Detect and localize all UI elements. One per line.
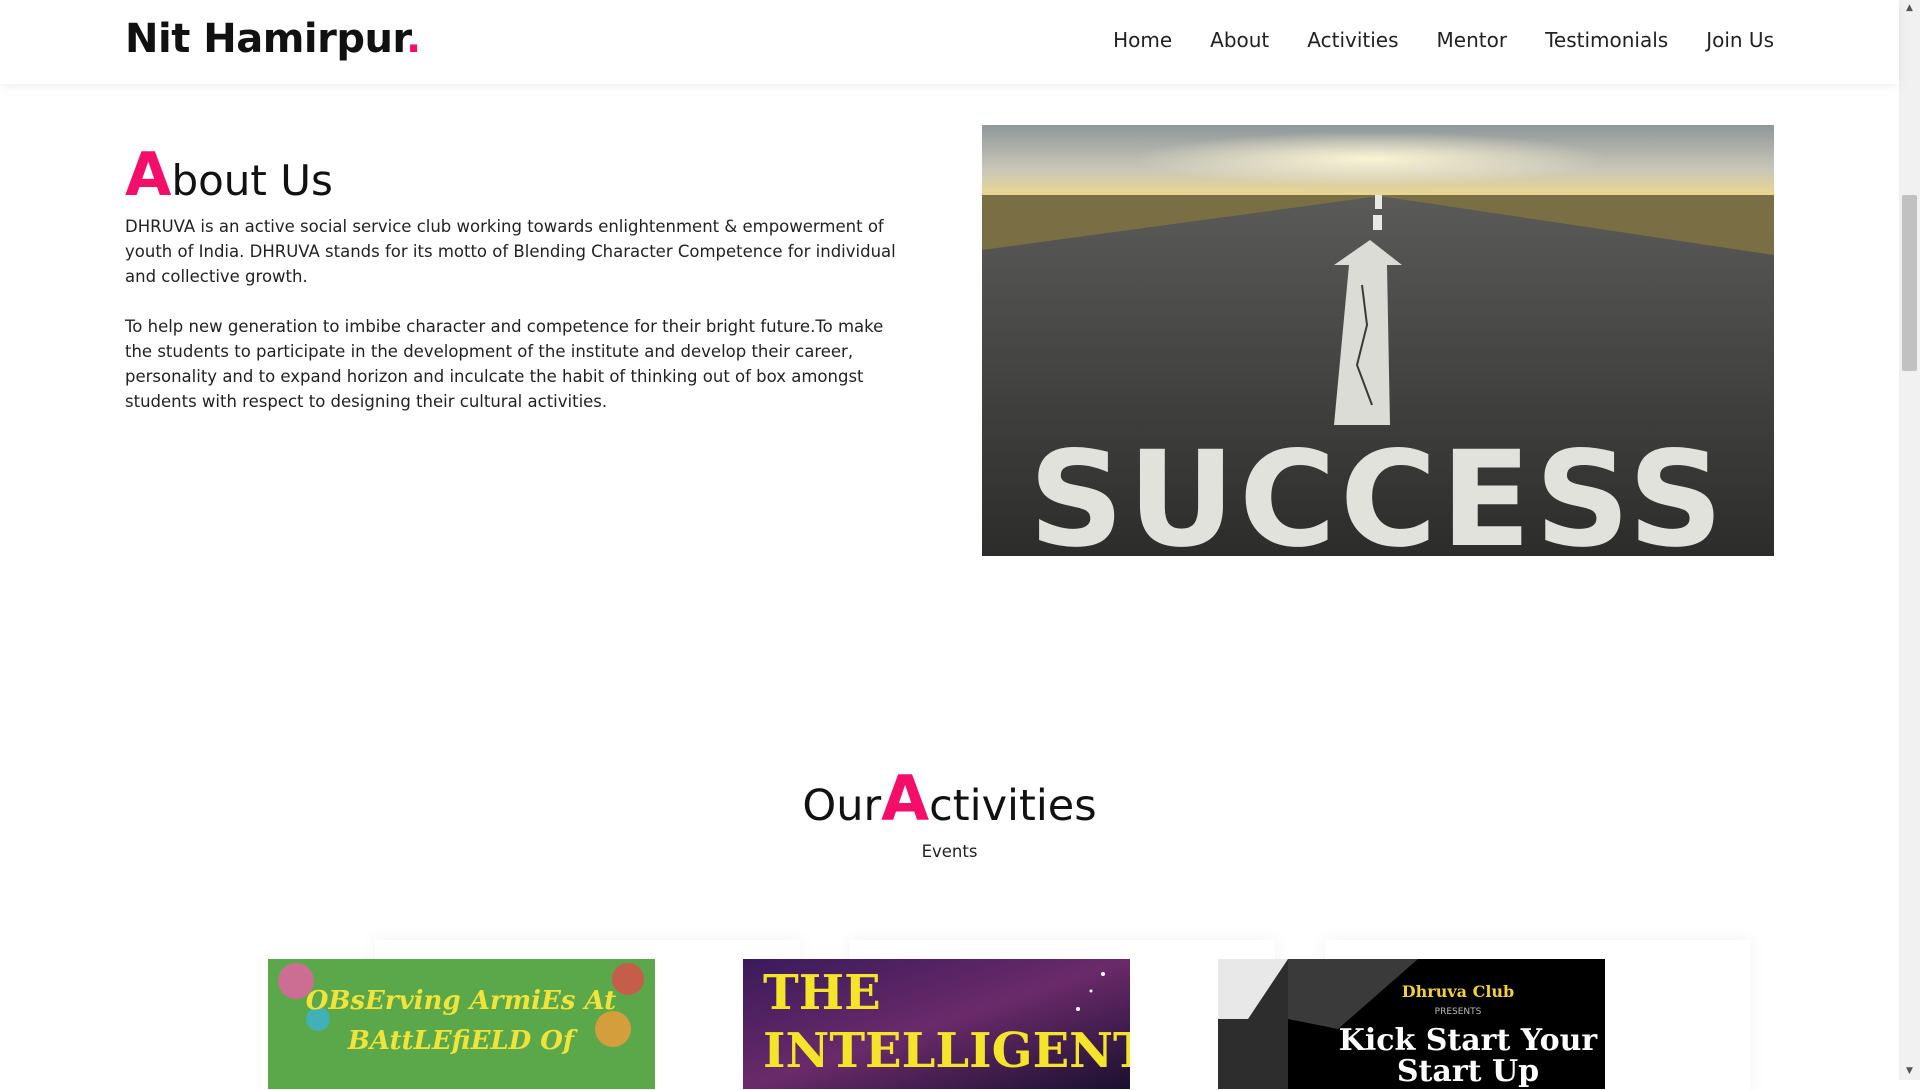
nav-about[interactable]: About [1210, 28, 1269, 52]
about-text: DHRUVA is an active social service club … [125, 214, 900, 439]
poster-2-line-2: INTELLIGENT [763, 1023, 1130, 1079]
poster-3-line-2: Start Up [1397, 1054, 1539, 1089]
poster-3-small: PRESENTS [1435, 1007, 1482, 1017]
activities-title-pre: Our [802, 781, 882, 831]
activities-subtitle: Events [921, 842, 978, 861]
nav-activities[interactable]: Activities [1307, 28, 1398, 52]
activities-title: OurActivities [0, 762, 1899, 835]
about-title: About Us [125, 140, 333, 210]
poster-3-top: Dhruva Club [1402, 982, 1514, 1001]
brand-dot: . [405, 16, 421, 62]
main-nav: Home About Activities Mentor Testimonial… [1113, 28, 1774, 52]
about-title-initial: A [125, 140, 172, 210]
about-paragraph-1: DHRUVA is an active social service club … [125, 217, 896, 286]
poster-1-line-2: BAttLEfiELD Of [347, 1026, 578, 1056]
nav-testimonials[interactable]: Testimonials [1545, 28, 1668, 52]
nav-home[interactable]: Home [1113, 28, 1172, 52]
scroll-up-arrow-icon[interactable]: ▲ [1899, 0, 1920, 17]
poster-3-line-1: Kick Start Your [1339, 1023, 1599, 1058]
poster-2-line-1: THE [763, 965, 881, 1021]
about-paragraph-2: To help new generation to imbibe charact… [125, 317, 884, 411]
about-title-rest: bout Us [171, 156, 333, 205]
nav-mentor[interactable]: Mentor [1437, 28, 1508, 52]
activity-poster-intelligent[interactable]: THE INTELLIGENT [743, 959, 1130, 1089]
activity-poster-startup[interactable]: Dhruva Club PRESENTS Kick Start Your Sta… [1218, 959, 1605, 1089]
activities-title-initial: A [881, 762, 930, 835]
success-road-image: SUCCESS [982, 125, 1774, 556]
brand-logo[interactable]: Nit Hamirpur. [125, 16, 421, 62]
road-success-text: SUCCESS [1029, 423, 1727, 556]
brand-name: Nit Hamirpur [125, 16, 406, 62]
poster-1-line-1: OBsErving ArmiEs At [306, 986, 616, 1016]
page-scrollbar[interactable]: ▲ ▼ [1899, 0, 1920, 1080]
navbar: Nit Hamirpur. Home About Activities Ment… [0, 0, 1899, 84]
scroll-thumb[interactable] [1902, 195, 1917, 371]
activity-poster-armies[interactable]: OBsErving ArmiEs At BAttLEfiELD Of [268, 959, 655, 1089]
nav-join-us[interactable]: Join Us [1706, 28, 1774, 52]
scroll-down-arrow-icon[interactable]: ▼ [1899, 1063, 1920, 1080]
activities-title-rest: ctivities [929, 781, 1097, 831]
